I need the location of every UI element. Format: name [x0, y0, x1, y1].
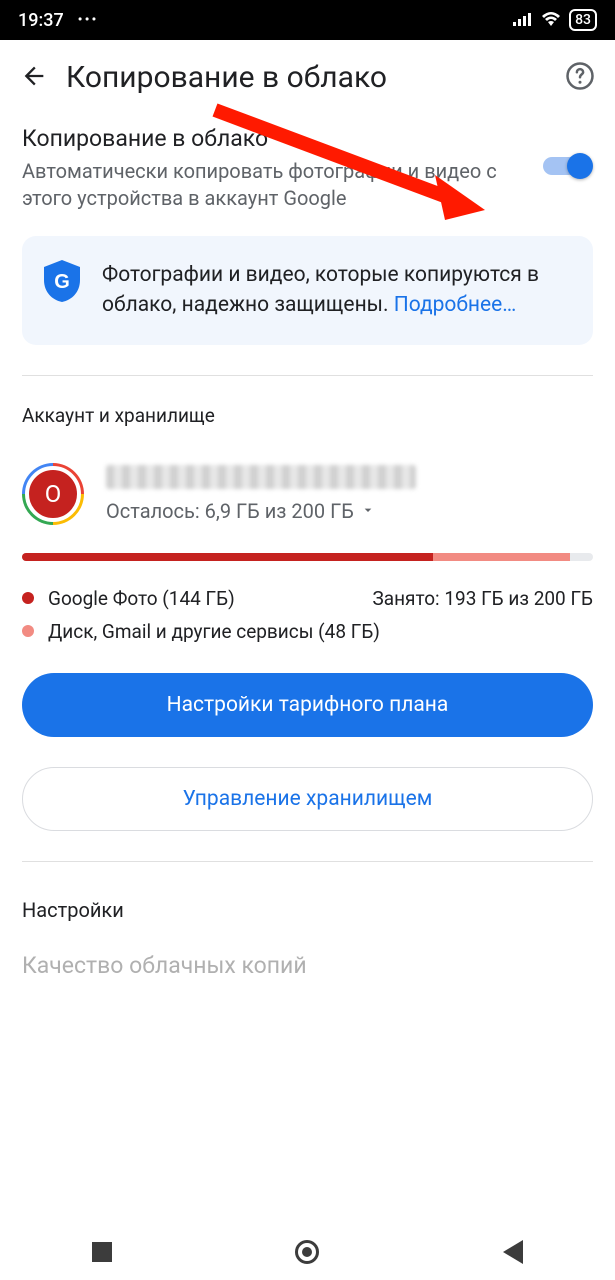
backup-description: Автоматически копировать фотографии и ви…: [22, 158, 521, 212]
legend-dot-photos: [22, 592, 34, 604]
nav-back-button[interactable]: [503, 1240, 523, 1264]
status-menu-dots: •••: [78, 12, 99, 28]
help-button[interactable]: [565, 61, 595, 95]
settings-section-label: Настройки: [0, 862, 615, 922]
shield-icon: G: [44, 260, 80, 321]
storage-bar: [22, 553, 593, 561]
info-card: G Фотографии и видео, которые копируются…: [22, 236, 593, 345]
back-button[interactable]: [20, 62, 48, 94]
nav-recents-button[interactable]: [92, 1242, 112, 1262]
legend-row-photos: Google Фото (144 ГБ) Занято: 193 ГБ из 2…: [22, 587, 593, 610]
info-learn-more-link[interactable]: Подробнее…: [394, 293, 517, 317]
plan-settings-button[interactable]: Настройки тарифного плана: [22, 673, 593, 737]
quality-setting-item[interactable]: Качество облачных копий: [0, 922, 615, 979]
account-section-label: Аккаунт и хранилище: [0, 376, 615, 427]
battery-indicator: 83: [569, 9, 597, 31]
manage-storage-button[interactable]: Управление хранилищем: [22, 767, 593, 831]
legend-dot-other: [22, 625, 34, 637]
status-time: 19:37: [18, 10, 64, 31]
signal-icon: [513, 10, 533, 31]
legend-other-label: Диск, Gmail и другие сервисы (48 ГБ): [48, 620, 380, 643]
page-title: Копирование в облако: [66, 60, 547, 95]
android-nav-bar: [0, 1224, 615, 1280]
storage-bar-photos: [22, 553, 433, 561]
chevron-down-icon[interactable]: [360, 499, 376, 523]
backup-toggle[interactable]: [539, 151, 593, 181]
wifi-icon: [541, 10, 561, 31]
avatar: O: [22, 463, 84, 525]
nav-home-button[interactable]: [295, 1240, 319, 1264]
status-bar: 19:37 ••• 83: [0, 0, 615, 40]
svg-text:G: G: [54, 271, 70, 293]
backup-title: Копирование в облако: [22, 125, 521, 152]
storage-remaining: Осталось: 6,9 ГБ из 200 ГБ: [106, 499, 354, 523]
legend-photos-label: Google Фото (144 ГБ): [48, 587, 235, 610]
storage-used-label: Занято: 193 ГБ из 200 ГБ: [372, 587, 593, 610]
account-email-redacted: [106, 465, 416, 489]
legend-row-other: Диск, Gmail и другие сервисы (48 ГБ): [22, 620, 593, 643]
account-row[interactable]: O Осталось: 6,9 ГБ из 200 ГБ: [0, 427, 615, 525]
storage-bar-other: [433, 553, 570, 561]
